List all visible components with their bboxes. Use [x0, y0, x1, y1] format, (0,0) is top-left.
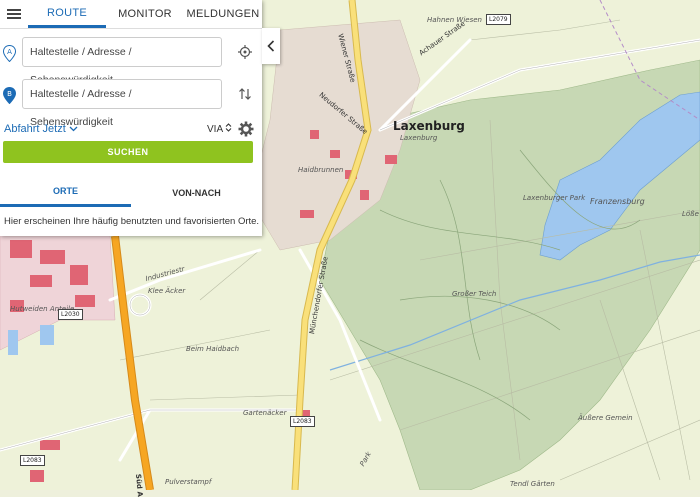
to-input[interactable]: Haltestelle / Adresse / Sehenswürdigkeit	[22, 79, 222, 128]
from-input[interactable]: Haltestelle / Adresse / Sehenswürdigkeit	[22, 37, 222, 86]
map-label-gartenacker: Gartenäcker	[243, 409, 287, 417]
favorites-hint: Hier erscheinen Ihre häufig benutzten un…	[4, 216, 260, 227]
road-tag-l2083: L2083	[290, 416, 315, 427]
map-label-beim-haidbach: Beim Haidbach	[186, 345, 240, 353]
map-label-laxenburg-small: Laxenburg	[400, 134, 438, 142]
search-button[interactable]: SUCHEN	[3, 141, 253, 163]
tab-meldungen[interactable]: MELDUNGEN	[184, 0, 262, 28]
road-tag-l2079: L2079	[486, 14, 511, 25]
road-tag-l2083-west: L2083	[20, 455, 45, 466]
departure-dropdown[interactable]: Abfahrt Jetzt	[4, 123, 78, 135]
road-tag-l2030: L2030	[58, 309, 83, 320]
collapse-panel-button[interactable]	[262, 28, 280, 64]
main-tabs: ROUTE MONITOR MELDUNGEN	[0, 0, 262, 29]
tab-monitor[interactable]: MONITOR	[106, 0, 184, 28]
up-down-icon	[225, 123, 232, 132]
locate-icon[interactable]	[238, 45, 252, 59]
map-label-loss: Löße	[682, 210, 699, 218]
map-label-pulverstampf: Pulverstampf	[165, 478, 212, 486]
chevron-left-icon	[267, 40, 275, 52]
gear-icon[interactable]	[238, 121, 254, 137]
map-label-kleeacker: Klee Äcker	[148, 287, 186, 295]
hamburger-icon	[7, 9, 21, 19]
departure-label: Abfahrt Jetzt	[4, 123, 66, 135]
map-town-label: Laxenburg	[393, 119, 465, 133]
start-marker-icon: A	[3, 45, 16, 62]
sub-tabs: ORTE VON-NACH	[0, 178, 262, 207]
map-label-tendl-garten: Tendl Gärten	[510, 480, 555, 488]
via-dropdown[interactable]: VIA	[207, 123, 232, 135]
route-panel: ROUTE MONITOR MELDUNGEN A Haltestelle / …	[0, 0, 262, 236]
from-row: A Haltestelle / Adresse / Sehenswürdigke…	[0, 37, 262, 86]
map-label-haidbrunnen: Haidbrunnen	[298, 166, 344, 174]
map-label-franzensburg: Franzensburg	[590, 197, 645, 206]
to-row: B Haltestelle / Adresse / Sehenswürdigke…	[0, 79, 262, 128]
end-marker-letter: B	[7, 90, 12, 98]
map-label-grosser-teich: Großer Teich	[452, 290, 497, 298]
chevron-down-icon	[69, 126, 78, 132]
map-label-hahnen-wiesen: Hahnen Wiesen	[427, 16, 482, 24]
options-row: Abfahrt Jetzt VIA	[0, 116, 262, 142]
via-label: VIA	[207, 124, 223, 135]
end-marker-icon: B	[3, 87, 16, 104]
map-label-aussere-gemein: Äußere Gemein	[578, 414, 633, 422]
tab-route[interactable]: ROUTE	[28, 0, 106, 28]
menu-button[interactable]	[0, 0, 28, 28]
tab-orte[interactable]: ORTE	[0, 178, 131, 207]
swap-icon[interactable]	[238, 87, 252, 101]
tab-von-nach[interactable]: VON-NACH	[131, 178, 262, 207]
map-label-laxenburger-park: Laxenburger Park	[523, 194, 586, 202]
start-marker-letter: A	[7, 48, 12, 56]
